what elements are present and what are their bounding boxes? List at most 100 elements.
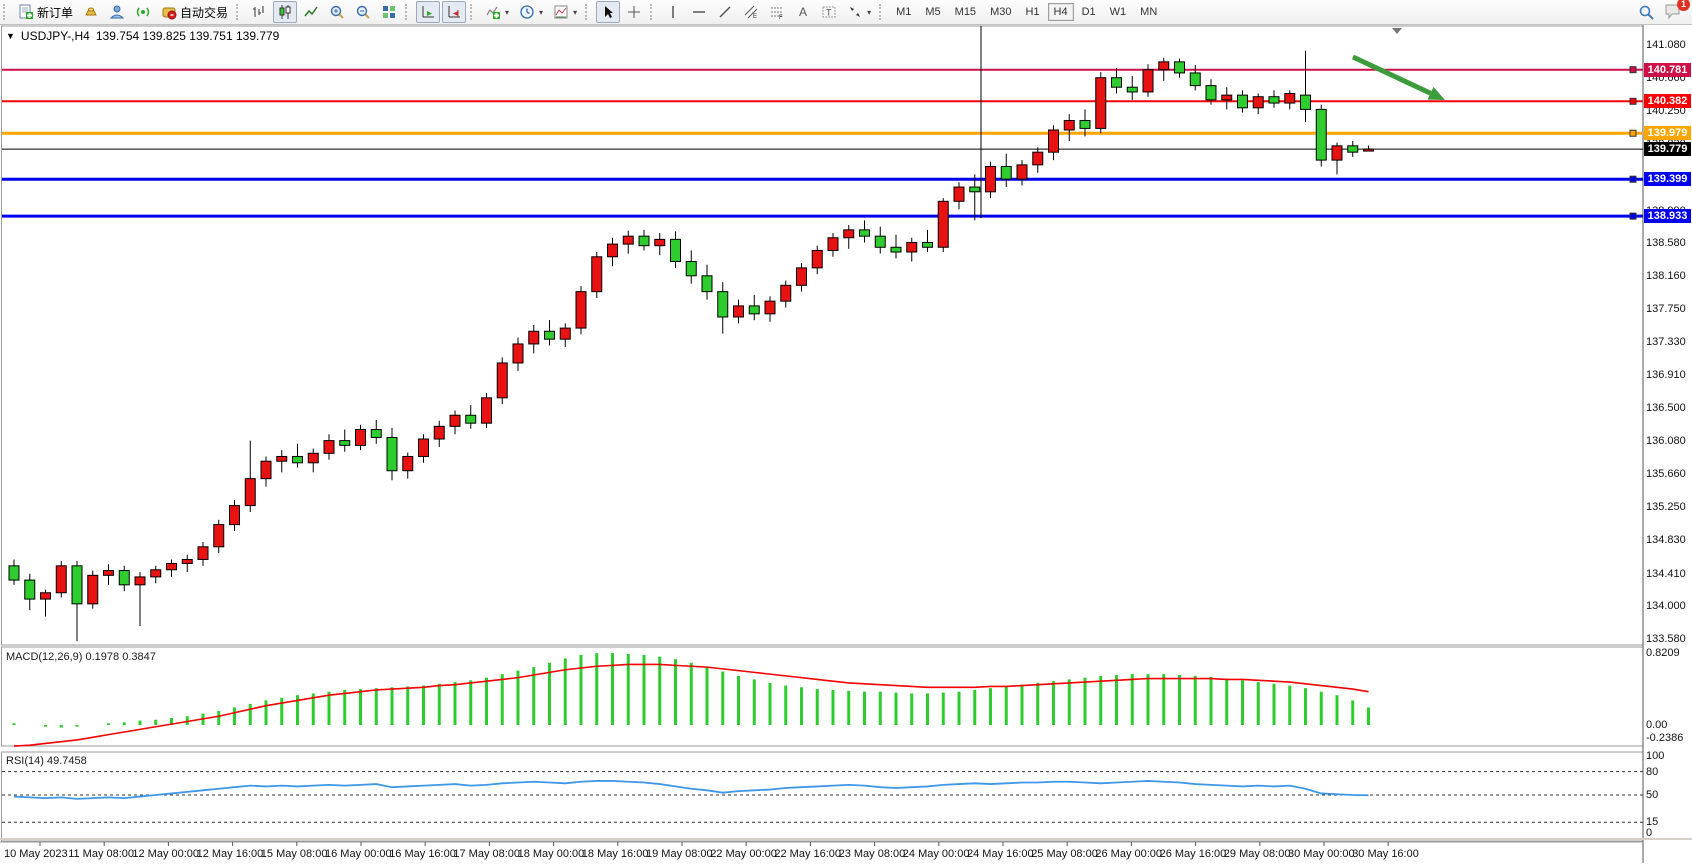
timeframe-H4[interactable]: H4 xyxy=(1048,3,1074,21)
candle-body xyxy=(1222,95,1232,100)
zoom-in-button[interactable] xyxy=(325,1,349,23)
candle-body xyxy=(466,415,476,423)
auto-trading-icon xyxy=(161,4,177,20)
candle-body xyxy=(387,437,397,470)
candle-body xyxy=(1080,120,1090,128)
indicators-icon xyxy=(485,4,501,20)
candle-body xyxy=(1364,149,1374,151)
timeframe-W1[interactable]: W1 xyxy=(1104,3,1133,21)
fibonacci-icon: F xyxy=(769,4,785,20)
deposit-button[interactable] xyxy=(79,1,103,23)
tile-windows-icon xyxy=(381,4,397,20)
time-label-2: 12 May 00:00 xyxy=(132,848,199,860)
candle-body xyxy=(88,575,98,604)
price-tick-138.580: 138.580 xyxy=(1646,237,1686,249)
timeframe-M1[interactable]: M1 xyxy=(890,3,917,21)
bar-chart-button[interactable] xyxy=(247,1,271,23)
candle-body xyxy=(545,331,555,339)
timeframe-M5[interactable]: M5 xyxy=(919,3,946,21)
candle-body xyxy=(608,244,618,257)
signal-icon xyxy=(135,4,151,20)
timeframe-M30[interactable]: M30 xyxy=(984,3,1017,21)
chevron-down-icon: ▾ xyxy=(867,8,871,17)
candle-body xyxy=(9,566,19,580)
chart-shift-button[interactable] xyxy=(442,1,466,23)
price-tag-139.399: 139.399 xyxy=(1644,172,1691,186)
candle-body xyxy=(1301,95,1311,109)
channel-tool-button[interactable]: E xyxy=(739,1,763,23)
candle-body xyxy=(797,268,807,285)
macd-name: MACD(12,26,9) xyxy=(6,651,82,663)
chart-dropdown-icon[interactable]: ▼ xyxy=(6,31,15,41)
candle-body xyxy=(671,239,681,261)
notifications-button[interactable]: 1 xyxy=(1664,2,1684,23)
candle-body xyxy=(1064,120,1074,130)
symbol-period-label: USDJPY-,H4 xyxy=(21,29,90,43)
text-tool-button[interactable]: A xyxy=(791,1,815,23)
ohlc-values: 139.754 139.825 139.751 139.779 xyxy=(96,29,280,43)
crosshair-tool-button[interactable] xyxy=(622,1,646,23)
line-chart-button[interactable] xyxy=(299,1,323,23)
time-label-19: 29 May 08:00 xyxy=(1224,848,1291,860)
time-label-0: 10 May 2023 xyxy=(4,848,68,860)
rsi-tick-50: 50 xyxy=(1646,789,1658,801)
time-label-20: 30 May 00:00 xyxy=(1288,848,1355,860)
auto-trading-button[interactable]: 自动交易 xyxy=(157,1,232,23)
candle-body xyxy=(1033,152,1043,165)
arrows-icon xyxy=(847,4,863,20)
hline-handle[interactable] xyxy=(1630,213,1636,219)
hline-handle[interactable] xyxy=(1630,67,1636,73)
candle-body xyxy=(718,292,728,317)
candle-body xyxy=(749,306,759,314)
search-icon[interactable] xyxy=(1638,4,1654,20)
candle-body xyxy=(986,166,996,191)
zoom-out-button[interactable] xyxy=(351,1,375,23)
candlestick-chart-button[interactable] xyxy=(273,1,297,23)
candle-body xyxy=(875,236,885,247)
hline-handle[interactable] xyxy=(1630,130,1636,136)
timeframe-MN[interactable]: MN xyxy=(1134,3,1163,21)
candle-body xyxy=(72,566,82,604)
candle-body xyxy=(1001,166,1011,179)
arrows-tool-button[interactable]: ▾ xyxy=(843,1,875,23)
timeframe-M15[interactable]: M15 xyxy=(949,3,982,21)
new-order-button[interactable]: 新订单 xyxy=(14,1,77,23)
horizontal-line-icon xyxy=(691,4,707,20)
candle-body xyxy=(450,415,460,426)
vertical-line-tool-button[interactable] xyxy=(661,1,685,23)
price-tick-136.500: 136.500 xyxy=(1646,402,1686,414)
candlestick-chart-icon xyxy=(277,4,293,20)
candle-body xyxy=(308,453,318,463)
chart-area[interactable]: ▼ USDJPY-,H4 139.754 139.825 139.751 139… xyxy=(0,25,1692,865)
timeframe-H1[interactable]: H1 xyxy=(1019,3,1045,21)
chart-canvas[interactable] xyxy=(0,25,1692,865)
auto-scroll-button[interactable] xyxy=(416,1,440,23)
indicators-button[interactable]: ▾ xyxy=(481,1,513,23)
trendline-tool-button[interactable] xyxy=(713,1,737,23)
vertical-line-icon xyxy=(665,4,681,20)
candle-body xyxy=(1238,95,1248,108)
toolbar-grip xyxy=(236,4,243,20)
timeframe-D1[interactable]: D1 xyxy=(1076,3,1102,21)
text-label-tool-button[interactable]: T xyxy=(817,1,841,23)
hline-handle[interactable] xyxy=(1630,98,1636,104)
time-label-16: 25 May 08:00 xyxy=(1031,848,1098,860)
cursor-tool-button[interactable] xyxy=(596,1,620,23)
chevron-down-icon: ▾ xyxy=(573,8,577,17)
macd-tick--0.2386: -0.2386 xyxy=(1646,732,1683,744)
horizontal-line-tool-button[interactable] xyxy=(687,1,711,23)
signals-button[interactable] xyxy=(131,1,155,23)
macd-pane xyxy=(2,647,1644,746)
price-tag-138.933: 138.933 xyxy=(1644,209,1691,223)
time-label-17: 26 May 00:00 xyxy=(1095,848,1162,860)
tile-windows-button[interactable] xyxy=(377,1,401,23)
price-tick-135.660: 135.660 xyxy=(1646,468,1686,480)
time-label-12: 22 May 16:00 xyxy=(774,848,841,860)
templates-button[interactable]: ▾ xyxy=(549,1,581,23)
hline-handle[interactable] xyxy=(1630,176,1636,182)
community-button[interactable] xyxy=(105,1,129,23)
candle-body xyxy=(655,239,665,245)
periods-button[interactable]: ▾ xyxy=(515,1,547,23)
time-label-1: 11 May 08:00 xyxy=(68,848,134,860)
fibonacci-tool-button[interactable]: F xyxy=(765,1,789,23)
